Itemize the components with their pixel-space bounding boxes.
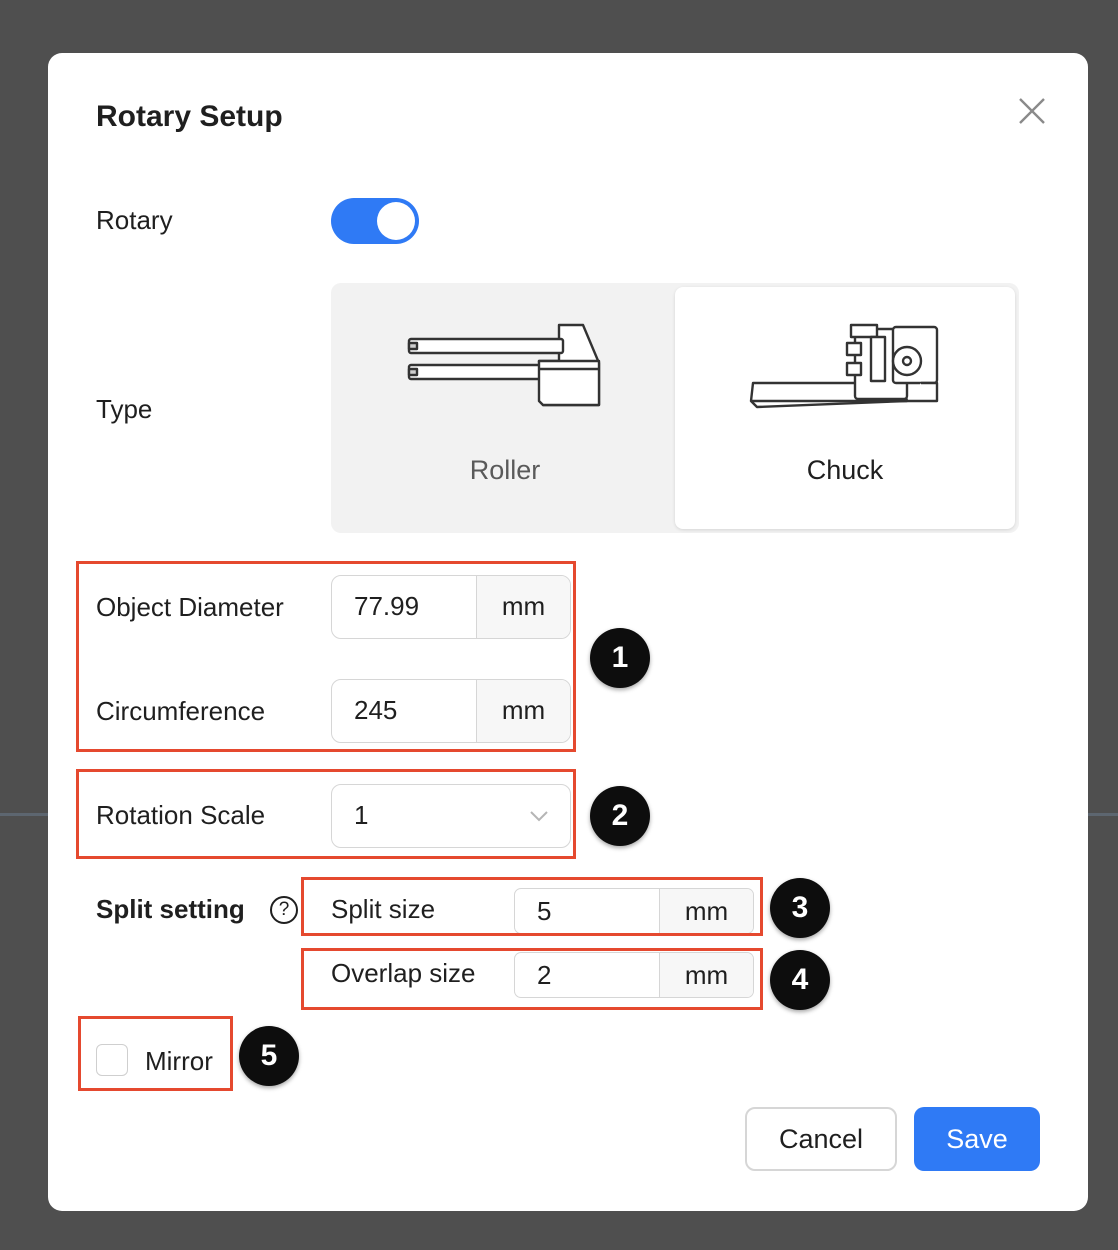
split-size-field[interactable]: 5 mm — [514, 888, 754, 934]
toggle-knob — [377, 202, 415, 240]
rotary-toggle[interactable] — [331, 198, 419, 244]
unit-label: mm — [659, 889, 753, 933]
annotation-badge-3: 3 — [770, 878, 830, 938]
object-diameter-field[interactable]: 77.99 mm — [331, 575, 571, 639]
type-option-roller[interactable]: Roller — [335, 287, 675, 529]
backdrop-divider — [0, 813, 48, 816]
overlap-size-label: Overlap size — [331, 958, 476, 988]
close-button[interactable] — [1014, 93, 1050, 129]
type-option-label: Chuck — [806, 455, 884, 485]
overlap-size-input[interactable]: 2 — [515, 953, 659, 997]
rotation-scale-label: Rotation Scale — [96, 800, 266, 830]
dialog-title: Rotary Setup — [96, 100, 283, 133]
annotation-badge-1: 1 — [590, 628, 650, 688]
cancel-button[interactable]: Cancel — [745, 1107, 897, 1171]
object-diameter-input[interactable]: 77.99 — [332, 576, 476, 638]
save-button[interactable]: Save — [914, 1107, 1040, 1171]
split-setting-label: Split setting — [96, 894, 245, 924]
rotation-scale-select[interactable]: 1 — [331, 784, 571, 848]
type-option-chuck[interactable]: Chuck — [675, 287, 1015, 529]
circumference-label: Circumference — [96, 696, 266, 726]
split-size-input[interactable]: 5 — [515, 889, 659, 933]
mirror-label[interactable]: Mirror — [145, 1046, 213, 1077]
type-option-label: Roller — [469, 455, 541, 485]
circumference-input[interactable]: 245 — [332, 680, 476, 742]
split-size-label: Split size — [331, 894, 436, 924]
rotary-label: Rotary — [96, 205, 173, 235]
backdrop-divider — [1088, 813, 1118, 816]
overlap-size-field[interactable]: 2 mm — [514, 952, 754, 998]
chuck-icon — [749, 323, 939, 409]
circumference-field[interactable]: 245 mm — [331, 679, 571, 743]
annotation-badge-5: 5 — [239, 1026, 299, 1086]
unit-label: mm — [476, 576, 570, 638]
rotary-setup-dialog: Rotary Setup Rotary Type Roller Chuck Ob… — [48, 53, 1088, 1211]
object-diameter-label: Object Diameter — [96, 592, 284, 622]
unit-label: mm — [659, 953, 753, 997]
close-icon — [1019, 98, 1045, 124]
annotation-badge-4: 4 — [770, 950, 830, 1010]
annotation-badge-2: 2 — [590, 786, 650, 846]
help-icon[interactable]: ? — [270, 896, 298, 924]
chevron-down-icon — [530, 811, 548, 822]
unit-label: mm — [476, 680, 570, 742]
mirror-checkbox[interactable] — [96, 1044, 128, 1076]
type-label: Type — [96, 394, 153, 424]
type-selector: Roller Chuck — [331, 283, 1019, 533]
roller-icon — [407, 323, 601, 407]
rotation-scale-value: 1 — [354, 800, 369, 830]
